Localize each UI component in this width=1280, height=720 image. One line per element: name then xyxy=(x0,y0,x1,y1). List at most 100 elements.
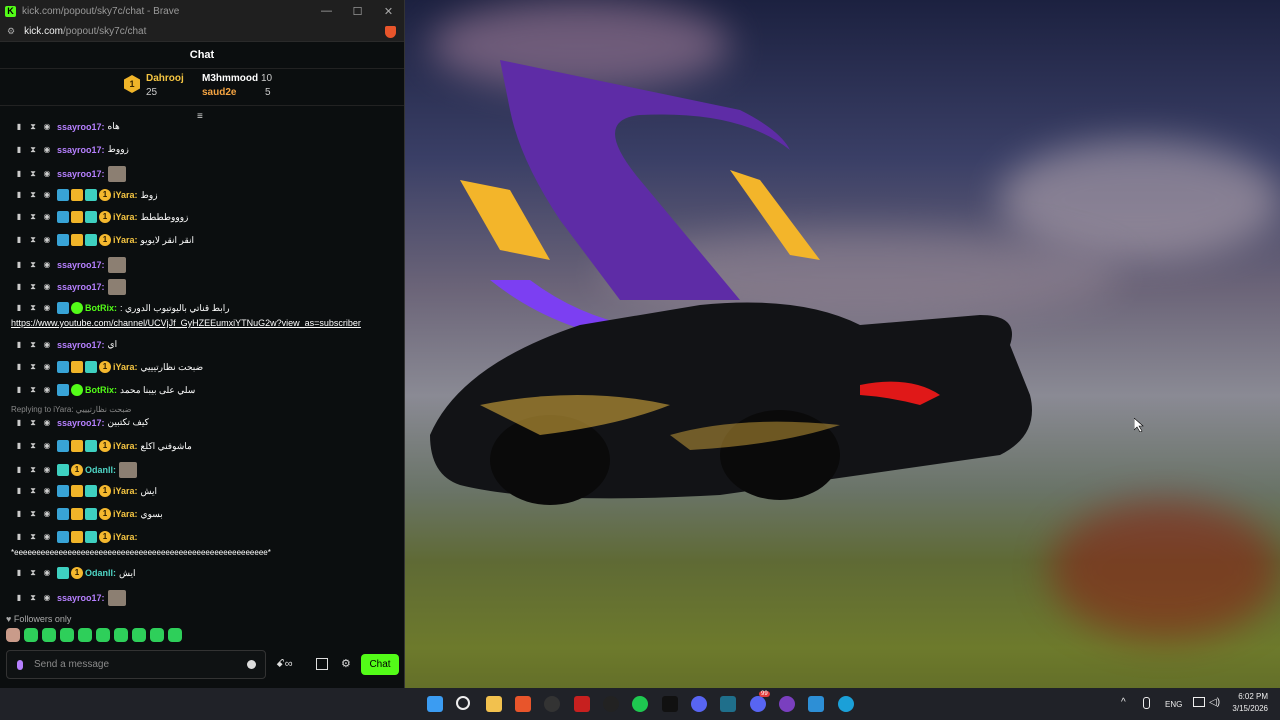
chat-username[interactable]: iYara: xyxy=(113,532,138,542)
delete-icon[interactable]: ▮ xyxy=(15,569,23,577)
app-icon[interactable] xyxy=(808,696,824,712)
network-icon[interactable] xyxy=(1193,697,1205,707)
brave-browser-icon[interactable] xyxy=(515,696,531,712)
timeout-icon[interactable]: ⧗ xyxy=(29,386,37,394)
chat-username[interactable]: iYara: xyxy=(113,486,138,496)
emote-button[interactable] xyxy=(24,628,38,642)
timeout-icon[interactable]: ⧗ xyxy=(29,340,37,349)
timeout-icon[interactable]: ⧗ xyxy=(29,487,37,495)
leader-name-1[interactable]: Dahrooj xyxy=(146,73,184,84)
ban-icon[interactable]: ◉ xyxy=(43,418,51,427)
timeout-icon[interactable]: ⧗ xyxy=(29,510,37,518)
ban-icon[interactable]: ◉ xyxy=(43,442,51,450)
ban-icon[interactable]: ◉ xyxy=(43,363,51,371)
ban-icon[interactable]: ◉ xyxy=(43,283,51,291)
mic-icon[interactable] xyxy=(17,659,23,670)
timeout-icon[interactable]: ⧗ xyxy=(29,170,37,178)
chat-username[interactable]: iYara: xyxy=(113,509,138,519)
store-icon[interactable] xyxy=(316,658,328,670)
emote-button[interactable] xyxy=(60,628,74,642)
timeout-icon[interactable]: ⧗ xyxy=(29,261,37,269)
discord-icon[interactable] xyxy=(750,696,766,712)
chat-username[interactable]: iYara: xyxy=(113,362,138,372)
delete-icon[interactable]: ▮ xyxy=(15,533,23,541)
delete-icon[interactable]: ▮ xyxy=(15,261,23,269)
chat-username[interactable]: iYara: xyxy=(113,235,138,245)
chat-username[interactable]: BotRix: xyxy=(85,385,117,395)
timeout-icon[interactable]: ⧗ xyxy=(29,466,37,474)
chat-username[interactable]: ssayroo17: xyxy=(57,418,105,428)
delete-icon[interactable]: ▮ xyxy=(15,170,23,178)
delete-icon[interactable]: ▮ xyxy=(15,510,23,518)
timeout-icon[interactable]: ⧗ xyxy=(29,418,37,427)
emote-button[interactable] xyxy=(132,628,146,642)
language-indicator[interactable]: ENG xyxy=(1165,700,1182,709)
ban-icon[interactable]: ◉ xyxy=(43,340,51,349)
ban-icon[interactable]: ◉ xyxy=(43,569,51,577)
leader-name-2[interactable]: M3hmmood xyxy=(202,73,258,84)
chat-username[interactable]: iYara: xyxy=(113,441,138,451)
emote-button[interactable] xyxy=(78,628,92,642)
delete-icon[interactable]: ▮ xyxy=(15,487,23,495)
chat-username[interactable]: ssayroo17: xyxy=(57,169,105,179)
close-button[interactable]: ✕ xyxy=(373,5,404,18)
timeout-icon[interactable]: ⧗ xyxy=(29,213,37,221)
timeout-icon[interactable]: ⧗ xyxy=(29,283,37,291)
chat-username[interactable]: BotRix: xyxy=(85,303,117,313)
ban-icon[interactable]: ◉ xyxy=(43,261,51,269)
timeout-icon[interactable]: ⧗ xyxy=(29,122,37,131)
timeout-icon[interactable]: ⧗ xyxy=(29,304,37,312)
emote-button[interactable] xyxy=(6,628,20,642)
chat-username[interactable]: ssayroo17: xyxy=(57,260,105,270)
app-icon[interactable] xyxy=(574,696,590,712)
delete-icon[interactable]: ▮ xyxy=(15,594,23,602)
delete-icon[interactable]: ▮ xyxy=(15,466,23,474)
delete-icon[interactable]: ▮ xyxy=(15,304,23,312)
timeout-icon[interactable]: ⧗ xyxy=(29,442,37,450)
system-tray-chevron-icon[interactable]: ^ xyxy=(1121,697,1126,708)
delete-icon[interactable]: ▮ xyxy=(15,442,23,450)
timeout-icon[interactable]: ⧗ xyxy=(29,145,37,154)
ban-icon[interactable]: ◉ xyxy=(43,466,51,474)
edge-icon[interactable] xyxy=(838,696,854,712)
timeout-icon[interactable]: ⧗ xyxy=(29,363,37,371)
file-explorer-icon[interactable] xyxy=(486,696,502,712)
timeout-icon[interactable]: ⧗ xyxy=(29,191,37,199)
chat-settings-icon[interactable]: ⚙ xyxy=(341,657,351,670)
delete-icon[interactable]: ▮ xyxy=(15,213,23,221)
chat-input[interactable]: Send a message xyxy=(6,650,266,679)
chat-users-icon[interactable]: ꗃ∞ xyxy=(276,658,293,671)
microphone-icon[interactable] xyxy=(1143,697,1150,709)
app-icon[interactable] xyxy=(720,696,736,712)
delete-icon[interactable]: ▮ xyxy=(15,283,23,291)
ban-icon[interactable]: ◉ xyxy=(43,170,51,178)
brave-shield-icon[interactable] xyxy=(385,25,396,38)
ban-icon[interactable]: ◉ xyxy=(43,122,51,131)
clock[interactable]: 6:02 PM 3/15/2026 xyxy=(1232,691,1268,715)
delete-icon[interactable]: ▮ xyxy=(15,236,23,244)
ban-icon[interactable]: ◉ xyxy=(43,487,51,495)
ban-icon[interactable]: ◉ xyxy=(43,236,51,244)
windows-start-icon[interactable] xyxy=(427,696,443,712)
timeout-icon[interactable]: ⧗ xyxy=(29,569,37,577)
timeout-icon[interactable]: ⧗ xyxy=(29,594,37,602)
chat-username[interactable]: ssayroo17: xyxy=(57,340,105,350)
timeout-icon[interactable]: ⧗ xyxy=(29,533,37,541)
leader-name-3[interactable]: saud2e xyxy=(202,87,236,98)
chat-username[interactable]: Odanll: xyxy=(85,465,116,475)
ban-icon[interactable]: ◉ xyxy=(43,533,51,541)
site-settings-icon[interactable]: ⚙ xyxy=(7,26,15,37)
emote-button[interactable] xyxy=(96,628,110,642)
chat-username[interactable]: ssayroo17: xyxy=(57,282,105,292)
chat-link[interactable]: https://www.youtube.com/channel/UCVjJf_G… xyxy=(11,318,361,328)
ban-icon[interactable]: ◉ xyxy=(43,510,51,518)
maximize-button[interactable]: ☐ xyxy=(342,5,373,18)
ban-icon[interactable]: ◉ xyxy=(43,594,51,602)
emote-button[interactable] xyxy=(42,628,56,642)
chat-username[interactable]: ssayroo17: xyxy=(57,145,105,155)
ban-icon[interactable]: ◉ xyxy=(43,191,51,199)
obs-icon[interactable] xyxy=(544,696,560,712)
delete-icon[interactable]: ▮ xyxy=(15,145,23,154)
send-chat-button[interactable]: Chat xyxy=(361,654,399,675)
search-icon[interactable] xyxy=(456,696,470,710)
